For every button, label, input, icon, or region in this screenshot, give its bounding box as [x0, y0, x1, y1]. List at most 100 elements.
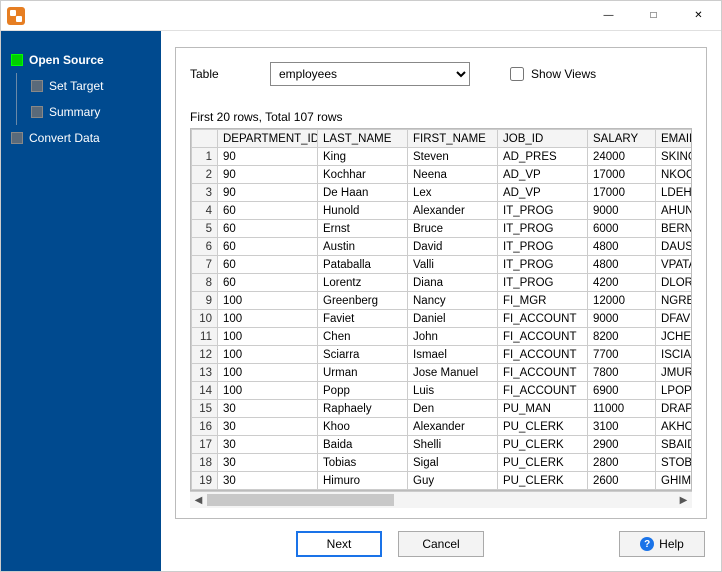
table-row[interactable]: 13100UrmanJose ManuelFI_ACCOUNT7800JMURM…: [192, 364, 693, 382]
cell[interactable]: 9000: [588, 310, 656, 328]
sidebar-item-open-source[interactable]: Open Source: [9, 47, 153, 73]
cell[interactable]: 60: [218, 238, 318, 256]
cell[interactable]: JMURMAN: [656, 364, 693, 382]
cell[interactable]: Shelli: [408, 436, 498, 454]
cell[interactable]: King: [318, 148, 408, 166]
table-row[interactable]: 760PataballaValliIT_PROG4800VPATABAL: [192, 256, 693, 274]
cell[interactable]: Guy: [408, 472, 498, 490]
table-row[interactable]: 1530RaphaelyDenPU_MAN11000DRAPHEAL: [192, 400, 693, 418]
cell[interactable]: DLORENTZ: [656, 274, 693, 292]
sidebar-item-set-target[interactable]: Set Target: [29, 73, 153, 99]
cell[interactable]: IT_PROG: [498, 202, 588, 220]
cell[interactable]: 7700: [588, 346, 656, 364]
cell[interactable]: 100: [218, 346, 318, 364]
scroll-right-icon[interactable]: ▶: [675, 492, 692, 509]
cell[interactable]: FI_ACCOUNT: [498, 346, 588, 364]
cell[interactable]: JCHEN: [656, 328, 693, 346]
cell[interactable]: AD_PRES: [498, 148, 588, 166]
cell[interactable]: Ernst: [318, 220, 408, 238]
table-row[interactable]: 860LorentzDianaIT_PROG4200DLORENTZ: [192, 274, 693, 292]
cell[interactable]: AD_VP: [498, 184, 588, 202]
cell[interactable]: 60: [218, 256, 318, 274]
cell[interactable]: Ismael: [408, 346, 498, 364]
cell[interactable]: 30: [218, 454, 318, 472]
cell[interactable]: 24000: [588, 148, 656, 166]
table-row[interactable]: 660AustinDavidIT_PROG4800DAUSTIN: [192, 238, 693, 256]
table-row[interactable]: 190KingStevenAD_PRES24000SKING: [192, 148, 693, 166]
cell[interactable]: Lex: [408, 184, 498, 202]
cell[interactable]: VPATABAL: [656, 256, 693, 274]
cell[interactable]: 2800: [588, 454, 656, 472]
maximize-button[interactable]: □: [631, 1, 676, 31]
cell[interactable]: IT_PROG: [498, 256, 588, 274]
table-row[interactable]: 1830TobiasSigalPU_CLERK2800STOBIAS: [192, 454, 693, 472]
cell[interactable]: Popp: [318, 382, 408, 400]
cell[interactable]: Diana: [408, 274, 498, 292]
cell[interactable]: 6900: [588, 382, 656, 400]
table-row[interactable]: 10100FavietDanielFI_ACCOUNT9000DFAVIET: [192, 310, 693, 328]
cell[interactable]: Hunold: [318, 202, 408, 220]
cell[interactable]: 100: [218, 364, 318, 382]
cell[interactable]: FI_ACCOUNT: [498, 328, 588, 346]
cell[interactable]: Khoo: [318, 418, 408, 436]
cell[interactable]: Himuro: [318, 472, 408, 490]
cell[interactable]: 4200: [588, 274, 656, 292]
cell[interactable]: 8200: [588, 328, 656, 346]
cell[interactable]: 100: [218, 292, 318, 310]
table-dropdown[interactable]: employees: [270, 62, 470, 86]
show-views-checkbox[interactable]: [510, 67, 524, 81]
cell[interactable]: Luis: [408, 382, 498, 400]
cell[interactable]: Alexander: [408, 418, 498, 436]
cell[interactable]: LDEHAAN: [656, 184, 693, 202]
cell[interactable]: Kochhar: [318, 166, 408, 184]
cell[interactable]: Baida: [318, 436, 408, 454]
cell[interactable]: 6000: [588, 220, 656, 238]
cell[interactable]: 90: [218, 148, 318, 166]
cell[interactable]: FI_ACCOUNT: [498, 382, 588, 400]
cell[interactable]: John: [408, 328, 498, 346]
cell[interactable]: 17000: [588, 166, 656, 184]
cell[interactable]: PU_CLERK: [498, 436, 588, 454]
cell[interactable]: AD_VP: [498, 166, 588, 184]
cell[interactable]: FI_ACCOUNT: [498, 364, 588, 382]
cell[interactable]: LPOPP: [656, 382, 693, 400]
cell[interactable]: Bruce: [408, 220, 498, 238]
cell[interactable]: 2600: [588, 472, 656, 490]
cell[interactable]: AHUNOLD: [656, 202, 693, 220]
cell[interactable]: SKING: [656, 148, 693, 166]
cell[interactable]: NKOCHHAR: [656, 166, 693, 184]
cell[interactable]: 60: [218, 220, 318, 238]
scroll-thumb[interactable]: [207, 494, 394, 506]
cell[interactable]: 60: [218, 274, 318, 292]
cell[interactable]: 4800: [588, 238, 656, 256]
cell[interactable]: NGREENBE: [656, 292, 693, 310]
cell[interactable]: 100: [218, 328, 318, 346]
horizontal-scrollbar[interactable]: ◀ ▶: [190, 491, 692, 508]
table-row[interactable]: 1930HimuroGuyPU_CLERK2600GHIMURO: [192, 472, 693, 490]
column-header[interactable]: SALARY: [588, 130, 656, 148]
table-row[interactable]: 1630KhooAlexanderPU_CLERK3100AKHOO: [192, 418, 693, 436]
help-button[interactable]: ? Help: [619, 531, 705, 557]
close-button[interactable]: ✕: [676, 1, 721, 31]
cell[interactable]: IT_PROG: [498, 238, 588, 256]
table-row[interactable]: 290KochharNeenaAD_VP17000NKOCHHAR: [192, 166, 693, 184]
cell[interactable]: Tobias: [318, 454, 408, 472]
table-row[interactable]: 14100PoppLuisFI_ACCOUNT6900LPOPP: [192, 382, 693, 400]
cell[interactable]: Steven: [408, 148, 498, 166]
cell[interactable]: ISCIARRA: [656, 346, 693, 364]
table-row[interactable]: 1730BaidaShelliPU_CLERK2900SBAIDA: [192, 436, 693, 454]
cell[interactable]: Nancy: [408, 292, 498, 310]
minimize-button[interactable]: —: [586, 1, 631, 31]
cell[interactable]: Jose Manuel: [408, 364, 498, 382]
cell[interactable]: PU_CLERK: [498, 472, 588, 490]
table-row[interactable]: 11100ChenJohnFI_ACCOUNT8200JCHEN: [192, 328, 693, 346]
cell[interactable]: Greenberg: [318, 292, 408, 310]
cancel-button[interactable]: Cancel: [398, 531, 484, 557]
cell[interactable]: Alexander: [408, 202, 498, 220]
cell[interactable]: Chen: [318, 328, 408, 346]
cell[interactable]: Urman: [318, 364, 408, 382]
cell[interactable]: 100: [218, 382, 318, 400]
cell[interactable]: 30: [218, 418, 318, 436]
cell[interactable]: PU_CLERK: [498, 418, 588, 436]
cell[interactable]: Daniel: [408, 310, 498, 328]
